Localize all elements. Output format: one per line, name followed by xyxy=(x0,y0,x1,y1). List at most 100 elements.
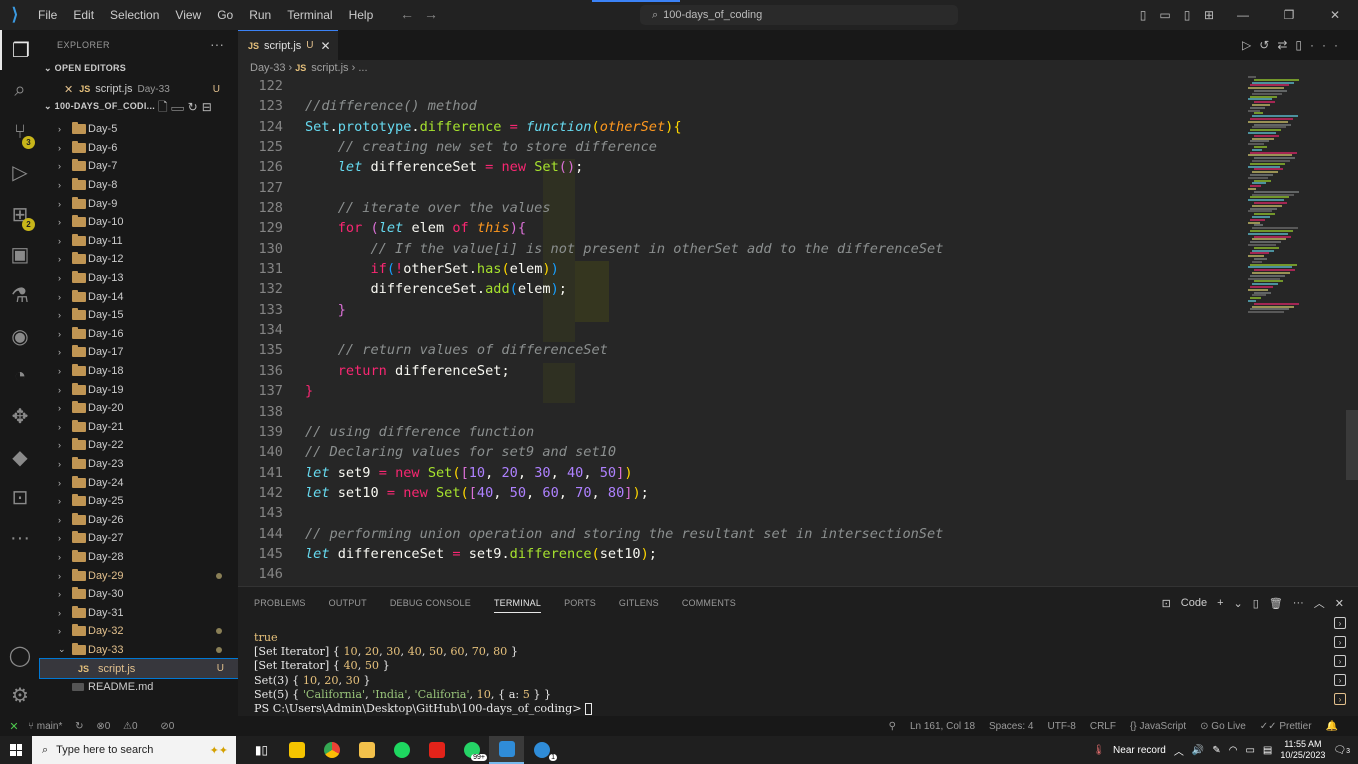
open-editor-item[interactable]: ✕ JS script.js Day-33 U xyxy=(64,80,234,98)
taskbar-search[interactable]: ⌕ Type here to search ✦✦ xyxy=(32,736,236,764)
go-live-button[interactable]: ⊙ Go Live xyxy=(1200,721,1246,732)
notifications-icon[interactable]: 🔔 xyxy=(1326,721,1338,732)
toggle-sidebar-icon[interactable]: ▯ xyxy=(1132,8,1154,22)
remote-indicator-icon[interactable]: ✕ xyxy=(0,716,28,736)
new-terminal-icon[interactable]: + xyxy=(1217,597,1223,609)
minimap[interactable] xyxy=(1248,76,1318,316)
cursor-position[interactable]: Ln 161, Col 18 xyxy=(910,721,975,732)
figma-icon[interactable]: ✥ xyxy=(0,396,40,436)
spotify-icon[interactable] xyxy=(384,736,419,764)
menu-run[interactable]: Run xyxy=(241,8,279,22)
folder-item[interactable]: › Day-6 xyxy=(40,139,238,158)
account-icon[interactable]: ◯ xyxy=(0,635,40,675)
terminal-instance-icon[interactable]: › xyxy=(1334,674,1346,686)
folder-item[interactable]: › Day-8 xyxy=(40,176,238,195)
more-icon[interactable]: ··· xyxy=(0,518,40,558)
menu-file[interactable]: File xyxy=(30,8,65,22)
folder-item[interactable]: › Day-19 xyxy=(40,380,238,399)
task-view-icon[interactable]: ▮▯ xyxy=(244,736,279,764)
testing-icon[interactable]: ⚗ xyxy=(0,275,40,315)
folder-item[interactable]: › Day-29 xyxy=(40,566,238,585)
folder-item[interactable]: › Day-11 xyxy=(40,232,238,251)
terminal-instance-icon[interactable]: › xyxy=(1334,693,1346,705)
folder-item[interactable]: › Day-23 xyxy=(40,455,238,474)
close-tab-icon[interactable]: ✕ xyxy=(321,39,331,53)
tab-ports[interactable]: PORTS xyxy=(564,598,596,613)
breadcrumb-folder[interactable]: Day-33 xyxy=(250,62,285,74)
customize-layout-icon[interactable]: ⊞ xyxy=(1198,8,1220,22)
editor-scrollbar[interactable] xyxy=(1346,410,1358,480)
compare-icon[interactable]: ⇄ xyxy=(1277,38,1295,52)
new-file-icon[interactable]: 🗋 xyxy=(158,100,172,114)
breadcrumb-tail[interactable]: ... xyxy=(358,62,367,74)
battery-icon[interactable]: ▭ xyxy=(1245,745,1254,756)
tab-problems[interactable]: PROBLEMS xyxy=(254,598,306,613)
network-icon[interactable]: ▤ xyxy=(1263,745,1272,756)
notification-center-icon[interactable]: 🗨3 xyxy=(1333,745,1350,756)
folder-item[interactable]: › Day-24 xyxy=(40,473,238,492)
back-arrow-icon[interactable]: ← xyxy=(400,6,424,22)
source-control-icon[interactable]: ⑂ 3 xyxy=(0,112,40,152)
timeline-icon[interactable]: ◔ xyxy=(0,356,40,396)
tab-terminal[interactable]: TERMINAL xyxy=(493,598,542,613)
mail-icon[interactable]: 1 xyxy=(524,736,559,764)
indentation[interactable]: Spaces: 4 xyxy=(989,721,1033,732)
terminal-icon[interactable]: ⊡ xyxy=(0,477,40,517)
file-item-readme[interactable]: README.md xyxy=(40,678,238,697)
tab-gitlens[interactable]: GITLENS xyxy=(619,598,659,613)
folder-item[interactable]: › Day-27 xyxy=(40,529,238,548)
explorer-more-icon[interactable]: ··· xyxy=(210,36,224,52)
problems-indicator[interactable]: ⊗0 ⚠0 xyxy=(96,721,147,732)
folder-item[interactable]: › Day-17 xyxy=(40,343,238,362)
minimize-icon[interactable]: — xyxy=(1220,8,1266,22)
folder-item[interactable]: › Day-26 xyxy=(40,510,238,529)
language-mode[interactable]: {} JavaScript xyxy=(1130,721,1186,732)
prettier-button[interactable]: ✓✓ Prettier xyxy=(1260,721,1312,732)
maximize-panel-icon[interactable]: ︿ xyxy=(1314,595,1325,611)
folder-item[interactable]: › Day-10 xyxy=(40,213,238,232)
settings-icon[interactable]: ⚙ xyxy=(0,675,40,715)
folder-item[interactable]: › Day-15 xyxy=(40,306,238,325)
collapse-all-icon[interactable]: ⊟ xyxy=(202,100,216,114)
folder-item[interactable]: ⌄ Day-33 xyxy=(40,641,238,660)
folder-item[interactable]: › Day-22 xyxy=(40,436,238,455)
folder-item[interactable]: › Day-7 xyxy=(40,157,238,176)
menu-terminal[interactable]: Terminal xyxy=(279,8,340,22)
folder-item[interactable]: › Day-21 xyxy=(40,418,238,437)
tab-output[interactable]: OUTPUT xyxy=(329,598,367,613)
files-icon[interactable]: ❐ xyxy=(0,30,40,70)
breadcrumb-file[interactable]: script.js xyxy=(311,62,348,74)
run-debug-icon[interactable]: ▷ xyxy=(0,152,40,192)
chrome-icon[interactable] xyxy=(314,736,349,764)
weather-label[interactable]: Near record xyxy=(1113,745,1166,756)
folder-item[interactable]: › Day-5 xyxy=(40,120,238,139)
code-editor[interactable]: 122 123//difference() method 124 Set.prot… xyxy=(238,78,1258,587)
split-terminal-icon[interactable]: ▯ xyxy=(1253,597,1259,610)
folder-item[interactable]: › Day-31 xyxy=(40,603,238,622)
kill-terminal-icon[interactable]: 🗑 xyxy=(1269,597,1283,610)
command-center-search[interactable]: ⌕ 100-days_of_coding xyxy=(640,5,958,25)
terraform-icon[interactable]: ◆ xyxy=(0,437,40,477)
run-file-icon[interactable]: ▷ xyxy=(1242,38,1259,52)
wifi-icon[interactable]: ◠ xyxy=(1229,745,1238,756)
refresh-icon[interactable]: ↻ xyxy=(188,100,202,114)
tray-chevron-icon[interactable]: ︿ xyxy=(1174,743,1184,758)
menu-view[interactable]: View xyxy=(167,8,209,22)
ports-indicator[interactable]: ⊘0 xyxy=(160,721,184,732)
close-panel-icon[interactable]: ✕ xyxy=(1335,597,1344,610)
vscode-taskbar-icon[interactable] xyxy=(489,736,524,764)
folder-item[interactable]: › Day-32 xyxy=(40,622,238,641)
split-editor-icon[interactable]: ▯ xyxy=(1295,38,1310,52)
more-icon[interactable]: ··· xyxy=(1293,597,1304,609)
forward-arrow-icon[interactable]: → xyxy=(424,6,448,22)
folder-item[interactable]: › Day-20 xyxy=(40,399,238,418)
chevron-down-icon[interactable]: ⌄ xyxy=(1234,597,1243,610)
start-button[interactable] xyxy=(0,736,32,764)
restore-icon[interactable]: ❐ xyxy=(1266,8,1312,22)
menu-go[interactable]: Go xyxy=(209,8,241,22)
extensions-icon[interactable]: ⊞ 2 xyxy=(0,194,40,234)
close-window-icon[interactable]: ✕ xyxy=(1312,8,1358,22)
folder-item[interactable]: › Day-13 xyxy=(40,269,238,288)
volume-icon[interactable]: 🔊 xyxy=(1192,745,1204,756)
tab-script-js[interactable]: JS script.js U ✕ xyxy=(238,30,338,60)
